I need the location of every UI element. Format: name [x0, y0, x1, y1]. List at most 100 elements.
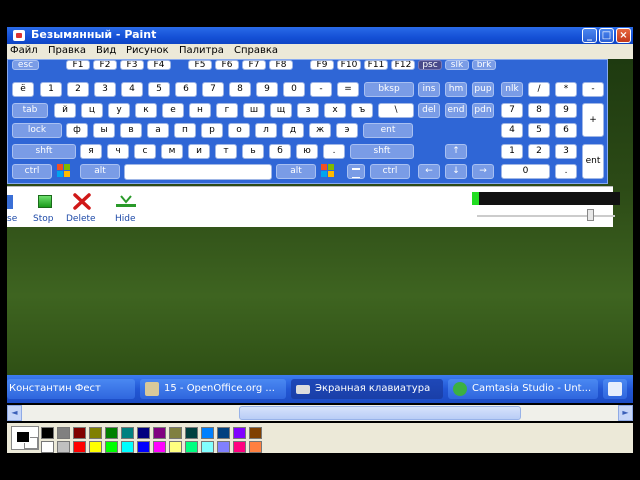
- key-hm[interactable]: hm: [445, 82, 467, 97]
- scroll-thumb[interactable]: [239, 406, 521, 420]
- key-е[interactable]: е: [162, 103, 184, 118]
- palette-swatch[interactable]: [89, 441, 102, 453]
- menu-help[interactable]: Справка: [234, 45, 278, 56]
- key-nlk[interactable]: nlk: [501, 82, 523, 97]
- palette-swatch[interactable]: [169, 441, 182, 453]
- current-colors[interactable]: [11, 426, 39, 450]
- key-F10[interactable]: F10: [337, 60, 361, 70]
- key-F5[interactable]: F5: [188, 60, 212, 70]
- key-ent[interactable]: ent: [363, 123, 413, 138]
- palette-swatch[interactable]: [185, 427, 198, 439]
- key-tab[interactable]: tab: [12, 103, 48, 118]
- key-backslash[interactable]: \: [378, 103, 414, 118]
- key-→[interactable]: →: [472, 164, 494, 179]
- key-slash[interactable]: /: [528, 82, 550, 97]
- key-г[interactable]: г: [216, 103, 238, 118]
- palette-swatch[interactable]: [73, 427, 86, 439]
- palette-swatch[interactable]: [57, 427, 70, 439]
- palette-swatch[interactable]: [233, 441, 246, 453]
- key-shft[interactable]: shft: [350, 144, 414, 159]
- key-lock[interactable]: lock: [12, 123, 62, 138]
- key-0[interactable]: 0: [501, 164, 550, 179]
- key-р[interactable]: р: [201, 123, 223, 138]
- key-space[interactable]: [124, 164, 272, 180]
- stop-icon[interactable]: [38, 195, 52, 208]
- scroll-right-button[interactable]: ►: [618, 405, 633, 421]
- foreground-color[interactable]: [16, 431, 30, 443]
- key-щ[interactable]: щ: [270, 103, 292, 118]
- key-3[interactable]: 3: [555, 144, 577, 159]
- menu-edit[interactable]: Правка: [48, 45, 86, 56]
- palette-swatch[interactable]: [137, 441, 150, 453]
- key-period[interactable]: .: [555, 164, 577, 179]
- palette-swatch[interactable]: [41, 427, 54, 439]
- key-о[interactable]: о: [228, 123, 250, 138]
- key-и[interactable]: и: [188, 144, 210, 159]
- key-4[interactable]: 4: [501, 123, 523, 138]
- key-ы[interactable]: ы: [93, 123, 115, 138]
- paint-title-bar[interactable]: Безымянный - Paint _ □ ×: [7, 27, 633, 44]
- key-equals[interactable]: =: [337, 82, 359, 97]
- key-F1[interactable]: F1: [66, 60, 90, 70]
- key-alt[interactable]: alt: [276, 164, 316, 179]
- key-6[interactable]: 6: [555, 123, 577, 138]
- key-к[interactable]: к: [135, 103, 157, 118]
- menu-image[interactable]: Рисунок: [126, 45, 169, 56]
- key-0[interactable]: 0: [283, 82, 305, 97]
- palette-swatch[interactable]: [121, 441, 134, 453]
- record-button-label[interactable]: se: [7, 214, 17, 224]
- key-minus[interactable]: -: [310, 82, 332, 97]
- horizontal-scrollbar[interactable]: ◄ ►: [7, 405, 633, 421]
- hide-button[interactable]: Hide: [115, 214, 136, 224]
- key-F3[interactable]: F3: [120, 60, 144, 70]
- palette-swatch[interactable]: [73, 441, 86, 453]
- key-1[interactable]: 1: [501, 144, 523, 159]
- key-F4[interactable]: F4: [147, 60, 171, 70]
- key-ф[interactable]: ф: [66, 123, 88, 138]
- delete-icon[interactable]: [73, 193, 91, 210]
- key-end[interactable]: end: [445, 103, 467, 118]
- delete-button[interactable]: Delete: [66, 214, 96, 224]
- palette-swatch[interactable]: [121, 427, 134, 439]
- maximize-button[interactable]: □: [599, 28, 614, 43]
- palette-swatch[interactable]: [41, 441, 54, 453]
- palette-swatch[interactable]: [217, 427, 230, 439]
- palette-swatch[interactable]: [217, 441, 230, 453]
- palette-swatch[interactable]: [153, 441, 166, 453]
- close-button[interactable]: ×: [616, 28, 631, 43]
- key-esc[interactable]: esc: [12, 60, 39, 70]
- palette-swatch[interactable]: [105, 427, 118, 439]
- key-F9[interactable]: F9: [310, 60, 334, 70]
- key-э[interactable]: э: [336, 123, 358, 138]
- key-я[interactable]: я: [80, 144, 102, 159]
- taskbar-item-openoffice[interactable]: 15 - OpenOffice.org ...: [140, 379, 286, 399]
- record-icon[interactable]: [7, 195, 13, 209]
- key-ю[interactable]: ю: [296, 144, 318, 159]
- key-psc[interactable]: psc: [418, 60, 442, 70]
- key-←[interactable]: ←: [418, 164, 440, 179]
- key-slk[interactable]: slk: [445, 60, 469, 70]
- key-9[interactable]: 9: [555, 103, 577, 118]
- volume-slider-thumb[interactable]: [587, 209, 594, 221]
- hide-icon[interactable]: [115, 194, 137, 209]
- key-↓[interactable]: ↓: [445, 164, 467, 179]
- windows-key-right-icon[interactable]: [321, 164, 336, 179]
- key-pdn[interactable]: pdn: [472, 103, 494, 118]
- key-F12[interactable]: F12: [391, 60, 415, 70]
- palette-swatch[interactable]: [89, 427, 102, 439]
- key-8[interactable]: 8: [229, 82, 251, 97]
- key-7[interactable]: 7: [202, 82, 224, 97]
- key-alt[interactable]: alt: [80, 164, 120, 179]
- key-ъ[interactable]: ъ: [351, 103, 373, 118]
- key-asterisk[interactable]: *: [555, 82, 577, 97]
- palette-swatch[interactable]: [137, 427, 150, 439]
- key-plus[interactable]: +: [582, 103, 604, 137]
- key-del[interactable]: del: [418, 103, 440, 118]
- key-ц[interactable]: ц: [81, 103, 103, 118]
- menu-view[interactable]: Вид: [96, 45, 116, 56]
- key-ё[interactable]: ё: [12, 82, 34, 97]
- key-л[interactable]: л: [255, 123, 277, 138]
- key-н[interactable]: н: [189, 103, 211, 118]
- key-pup[interactable]: pup: [472, 82, 494, 97]
- key-F8[interactable]: F8: [269, 60, 293, 70]
